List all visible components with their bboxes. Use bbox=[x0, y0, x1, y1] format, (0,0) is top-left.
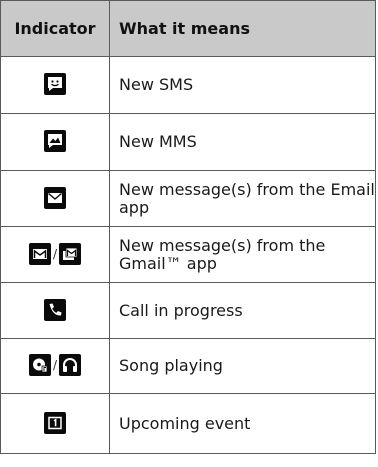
icon-separator: / bbox=[52, 246, 58, 261]
meaning-cell: Upcoming event bbox=[109, 393, 376, 454]
status-indicator-table: Indicator What it means New SMS New MMS … bbox=[0, 0, 376, 454]
table-row: Upcoming event bbox=[0, 393, 376, 454]
gmail-stack-icon bbox=[59, 242, 82, 265]
meaning-cell: New message(s) from the Email app bbox=[109, 170, 376, 227]
meaning-cell: Call in progress bbox=[109, 282, 376, 339]
indicator-cell bbox=[0, 56, 110, 114]
table-row: New MMS bbox=[0, 113, 376, 171]
indicator-cell: / bbox=[0, 338, 110, 394]
calendar-event-icon bbox=[44, 411, 66, 434]
meaning-cell: New MMS bbox=[109, 113, 376, 171]
table-row: Call in progress bbox=[0, 282, 376, 339]
headphones-icon bbox=[59, 354, 82, 376]
meaning-cell: New SMS bbox=[109, 56, 376, 114]
mms-icon bbox=[44, 130, 66, 152]
indicator-cell bbox=[0, 282, 110, 339]
phone-icon bbox=[44, 298, 66, 321]
music-disc-icon bbox=[28, 354, 51, 376]
indicator-cell bbox=[0, 170, 110, 227]
meaning-cell: Song playing bbox=[109, 338, 376, 394]
meaning-column-header: What it means bbox=[109, 0, 376, 57]
indicator-cell bbox=[0, 393, 110, 454]
sms-icon bbox=[44, 73, 66, 95]
indicator-cell bbox=[0, 113, 110, 171]
icon-separator: / bbox=[52, 358, 58, 372]
table-row: New message(s) from the Email app bbox=[0, 170, 376, 227]
indicator-cell: / bbox=[0, 226, 110, 283]
table-row: / Song playing bbox=[0, 338, 376, 394]
table-row: / New message(s) from the Gmail™ app bbox=[0, 226, 376, 283]
gmail-icon bbox=[28, 242, 51, 265]
meaning-cell: New message(s) from the Gmail™ app bbox=[109, 226, 376, 283]
table-header-row: Indicator What it means bbox=[0, 0, 376, 57]
indicator-column-header: Indicator bbox=[0, 0, 110, 57]
email-icon bbox=[44, 186, 66, 209]
table-row: New SMS bbox=[0, 56, 376, 114]
